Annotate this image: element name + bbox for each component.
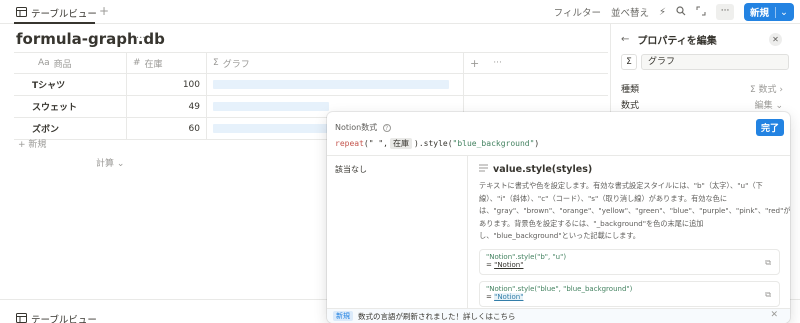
filter-button[interactable]: フィルター <box>554 5 601 19</box>
number-type-icon: # <box>133 58 141 68</box>
function-title: value.style(styles) <box>479 164 780 175</box>
copy-icon[interactable]: ⧉ <box>765 258 771 268</box>
active-tab-indicator <box>14 22 95 24</box>
example-block: "Notion".style("b", "u") = "Notion" ⧉ <box>479 248 780 275</box>
done-button[interactable]: 完了 <box>755 119 784 136</box>
cell-name[interactable]: ズボン <box>14 118 127 139</box>
table-icon <box>16 312 27 323</box>
function-doc-icon <box>479 164 488 175</box>
column-header-graph[interactable]: Σ グラフ <box>207 53 464 73</box>
property-name-row: Σ グラフ <box>621 54 789 70</box>
column-header-stock[interactable]: # 在庫 <box>127 53 207 73</box>
result-value: "Notion" <box>494 292 524 301</box>
formula-label: 数式 <box>621 101 640 111</box>
copy-icon[interactable]: ⧉ <box>765 290 771 300</box>
announcement-bar[interactable]: 新規 数式の言語が刷新されました！詳しくはこちら ✕ <box>327 308 790 323</box>
stock-bar <box>213 80 449 89</box>
formula-value: 編集 ⌄ <box>754 101 783 111</box>
no-match-text: 該当なし <box>335 165 367 174</box>
suggestion-list: 該当なし <box>327 156 468 308</box>
code-property-chip: 在庫 <box>390 138 412 149</box>
result-prefix: = <box>486 292 495 301</box>
code-mid: ).style( <box>414 139 453 148</box>
expand-icon[interactable] <box>696 6 706 19</box>
column-header-name[interactable]: Aa 商品 <box>14 53 127 73</box>
formula-row[interactable]: 数式 編集 ⌄ <box>621 98 783 111</box>
close-icon[interactable]: ✕ <box>769 33 782 46</box>
editor-label-text: Notion数式 <box>335 123 378 132</box>
arrow-left-icon[interactable]: ← <box>621 34 629 45</box>
formula-input[interactable]: repeat (" ", 在庫 ).style( "blue_backgroun… <box>335 138 539 149</box>
tab-table-view[interactable]: テーブルビュー <box>16 4 97 22</box>
cell-stock[interactable]: 100 <box>127 74 207 95</box>
formula-editor: Notion数式 ? 完了 repeat (" ", 在庫 ).style( "… <box>327 112 790 323</box>
column-more-button[interactable]: ··· <box>493 58 502 68</box>
calculate-button[interactable]: 計算 ⌄ <box>96 156 124 169</box>
cell-name[interactable]: Tシャツ <box>14 74 127 95</box>
close-icon[interactable]: ✕ <box>770 310 778 320</box>
panel-title: プロパティを編集 <box>637 36 717 47</box>
text-type-icon: Aa <box>38 58 50 68</box>
formula-type-icon: Σ <box>213 58 219 68</box>
function-title-text: value.style(styles) <box>493 164 593 175</box>
search-icon[interactable] <box>676 5 686 19</box>
cell-stock[interactable]: 49 <box>127 96 207 117</box>
table-icon <box>16 6 27 20</box>
title-more-button[interactable]: ··· <box>136 33 146 44</box>
result-value: "Notion" <box>494 260 524 269</box>
column-header-actions: + ··· <box>464 53 608 73</box>
cell-graph[interactable] <box>207 74 464 95</box>
property-type-row[interactable]: 種類 Σ 数式 › <box>621 82 783 95</box>
add-column-button[interactable]: + <box>470 57 479 70</box>
editor-label: Notion数式 ? <box>335 122 391 133</box>
column-label: グラフ <box>222 59 250 70</box>
cell-name[interactable]: スウェット <box>14 96 127 117</box>
function-docs: value.style(styles) テキストに書式や色を設定します。有効な書… <box>469 156 790 308</box>
example-code: "Notion".style("b", "u") <box>486 252 567 261</box>
view-title[interactable]: テーブルビュー <box>16 312 97 323</box>
table-row[interactable]: Tシャツ 100 <box>14 74 608 96</box>
new-label: 新規 <box>750 8 770 19</box>
example-block: "Notion".style("blue", "blue_background"… <box>479 280 780 307</box>
view-label: テーブルビュー <box>31 315 97 323</box>
property-type-icon[interactable]: Σ <box>621 54 637 70</box>
new-badge: 新規 <box>333 311 353 321</box>
stock-bar <box>213 102 329 111</box>
announcement-text[interactable]: 数式の言語が刷新されました！詳しくはこちら <box>358 311 516 322</box>
code-close: ) <box>534 139 540 148</box>
cell-stock[interactable]: 60 <box>127 118 207 139</box>
help-icon[interactable]: ? <box>382 124 391 132</box>
result-prefix: = <box>486 260 495 269</box>
example-result: = "Notion" <box>486 261 773 269</box>
more-options-button[interactable]: ··· <box>716 4 735 20</box>
code-function: repeat <box>335 139 364 148</box>
example-code: "Notion".style("blue", "blue_background"… <box>486 284 633 293</box>
function-description: テキストに書式や色を設定します。有効な書式設定スタイルには、"b"（太字）、"u… <box>479 181 790 240</box>
code-argument: "blue_background" <box>452 139 535 148</box>
tab-label: テーブルビュー <box>31 9 97 20</box>
sort-button[interactable]: 並べ替え <box>611 5 649 19</box>
type-value: Σ 数式 › <box>749 85 783 95</box>
type-label: 種類 <box>621 85 640 95</box>
add-row-button[interactable]: + 新規 <box>18 137 46 150</box>
cell-empty <box>464 74 608 95</box>
toolbar-actions: フィルター 並べ替え ⚡ ··· 新規 ⌄ <box>554 0 800 24</box>
add-view-button[interactable]: + <box>99 4 109 18</box>
column-label: 商品 <box>53 59 72 70</box>
panel-header: ← プロパティを編集 <box>621 32 717 47</box>
bolt-icon[interactable]: ⚡ <box>659 7 666 18</box>
column-label: 在庫 <box>144 59 163 70</box>
new-record-button[interactable]: 新規 ⌄ <box>744 3 794 21</box>
chevron-down-icon[interactable]: ⌄ <box>775 6 788 18</box>
view-toolbar: テーブルビュー + フィルター 並べ替え ⚡ ··· 新規 ⌄ <box>0 0 800 24</box>
code-open: (" ", <box>363 139 388 148</box>
table-header: Aa 商品 # 在庫 Σ グラフ + ··· <box>14 52 608 74</box>
property-name-input[interactable]: グラフ <box>641 54 789 70</box>
example-result: = "Notion" <box>486 292 773 301</box>
